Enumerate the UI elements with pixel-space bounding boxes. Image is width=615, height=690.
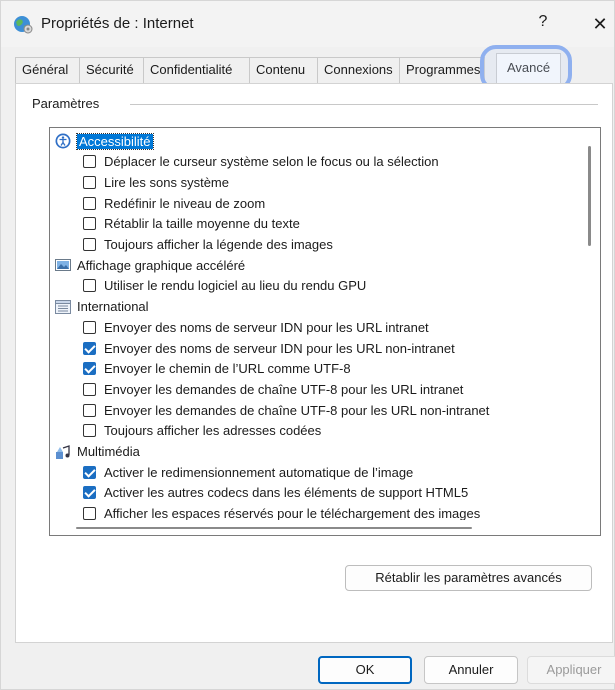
checkbox-unchecked[interactable] bbox=[83, 382, 96, 396]
settings-option[interactable]: Redéfinir le niveau de zoom bbox=[83, 193, 265, 213]
internet-globe-icon bbox=[13, 14, 33, 34]
settings-option[interactable]: Lire les sons système bbox=[83, 172, 229, 192]
checkbox-unchecked[interactable] bbox=[83, 507, 96, 520]
settings-option[interactable]: Déplacer le curseur système selon le foc… bbox=[83, 152, 439, 172]
settings-option[interactable]: Toujours afficher les adresses codées bbox=[83, 421, 321, 441]
settings-option-label: Toujours afficher les adresses codées bbox=[104, 423, 322, 439]
settings-option-label: Déplacer le curseur système selon le foc… bbox=[104, 154, 439, 170]
horizontal-scroll-thumb[interactable] bbox=[76, 527, 472, 529]
settings-category-label: Multimédia bbox=[77, 444, 140, 459]
graphics-icon bbox=[55, 257, 71, 273]
checkbox-checked[interactable] bbox=[83, 486, 96, 500]
checkbox-unchecked[interactable] bbox=[83, 320, 96, 334]
tab-connections[interactable]: Connexions bbox=[317, 57, 399, 83]
settings-option-label: Envoyer les demandes de chaîne UTF-8 pou… bbox=[104, 402, 490, 418]
settings-category[interactable]: Multimédia bbox=[55, 442, 140, 462]
internet-properties-dialog: Propriétés de : Internet ? ✕ Général Séc… bbox=[0, 0, 615, 690]
tab-general[interactable]: Général bbox=[15, 57, 79, 83]
tab-advanced[interactable]: Avancé bbox=[496, 53, 562, 83]
apply-button[interactable]: Appliquer bbox=[527, 656, 615, 684]
settings-category-label: International bbox=[77, 299, 149, 315]
help-button[interactable]: ? bbox=[533, 13, 553, 35]
tab-content[interactable]: Contenu bbox=[249, 57, 317, 83]
group-divider bbox=[130, 104, 598, 105]
checkbox-unchecked[interactable] bbox=[83, 155, 96, 169]
vertical-scroll-thumb[interactable] bbox=[588, 146, 591, 246]
settings-option[interactable]: Envoyer les demandes de chaîne UTF-8 pou… bbox=[83, 379, 463, 399]
checkbox-checked[interactable] bbox=[83, 362, 96, 376]
settings-option[interactable]: Afficher les espaces réservés pour le té… bbox=[83, 504, 480, 520]
horizontal-scrollbar[interactable] bbox=[50, 520, 580, 535]
tab-security[interactable]: Sécurité bbox=[79, 57, 143, 83]
settings-option-label: Lire les sons système bbox=[104, 174, 229, 190]
settings-category[interactable]: International bbox=[55, 297, 149, 317]
settings-option[interactable]: Envoyer des noms de serveur IDN pour les… bbox=[83, 338, 455, 358]
title-bar: Propriétés de : Internet ? ✕ bbox=[1, 1, 614, 47]
settings-category-label: Accessibilité bbox=[76, 132, 154, 150]
close-button[interactable]: ✕ bbox=[587, 11, 613, 37]
advanced-panel: Paramètres Accessibilité Déplacer le curs… bbox=[15, 83, 613, 643]
settings-option[interactable]: Rétablir la taille moyenne du texte bbox=[83, 214, 300, 234]
settings-option-label: Utiliser le rendu logiciel au lieu du re… bbox=[104, 278, 367, 294]
settings-option-label: Toujours afficher la légende des images bbox=[104, 237, 333, 252]
checkbox-unchecked[interactable] bbox=[83, 196, 96, 210]
settings-option[interactable]: Activer le redimensionnement automatique… bbox=[83, 462, 413, 482]
vertical-scrollbar[interactable] bbox=[580, 128, 600, 520]
settings-category[interactable]: Affichage graphique accéléré bbox=[55, 255, 245, 275]
settings-option-label: Envoyer des noms de serveur IDN pour les… bbox=[104, 340, 455, 356]
window-title: Propriétés de : Internet bbox=[41, 15, 194, 32]
settings-option-label: Envoyer les demandes de chaîne UTF-8 pou… bbox=[104, 381, 464, 397]
tab-strip: Général Sécurité Confidentialité Contenu… bbox=[15, 53, 562, 83]
settings-option-label: Envoyer le chemin de l’URL comme UTF-8 bbox=[104, 361, 351, 377]
settings-option[interactable]: Toujours afficher la légende des images bbox=[83, 235, 333, 255]
checkbox-unchecked[interactable] bbox=[83, 424, 96, 438]
checkbox-unchecked[interactable] bbox=[83, 279, 96, 293]
settings-option[interactable]: Envoyer des noms de serveur IDN pour les… bbox=[83, 317, 429, 337]
accessibility-icon bbox=[55, 133, 71, 149]
settings-category[interactable]: Accessibilité bbox=[55, 131, 154, 151]
settings-option[interactable]: Envoyer le chemin de l’URL comme UTF-8 bbox=[83, 359, 351, 379]
settings-option[interactable]: Envoyer les demandes de chaîne UTF-8 pou… bbox=[83, 400, 489, 420]
reset-advanced-settings-button[interactable]: Rétablir les paramètres avancés bbox=[345, 565, 592, 591]
ok-button[interactable]: OK bbox=[318, 656, 412, 684]
settings-option[interactable]: Utiliser le rendu logiciel au lieu du re… bbox=[83, 276, 366, 296]
settings-tree[interactable]: Accessibilité Déplacer le curseur système… bbox=[49, 127, 601, 536]
cancel-button[interactable]: Annuler bbox=[424, 656, 518, 684]
checkbox-unchecked[interactable] bbox=[83, 217, 96, 231]
settings-group-label: Paramètres bbox=[32, 96, 106, 111]
settings-category-label: Affichage graphique accéléré bbox=[77, 257, 246, 273]
settings-option-label: Envoyer des noms de serveur IDN pour les… bbox=[104, 319, 429, 335]
checkbox-checked[interactable] bbox=[83, 465, 96, 479]
checkbox-unchecked[interactable] bbox=[83, 238, 96, 251]
settings-option-label: Activer le redimensionnement automatique… bbox=[104, 464, 414, 480]
international-icon bbox=[55, 299, 71, 315]
settings-option[interactable]: Activer les autres codecs dans les éléme… bbox=[83, 483, 468, 503]
settings-option-label: Afficher les espaces réservés pour le té… bbox=[104, 506, 481, 520]
settings-option-label: Activer les autres codecs dans les éléme… bbox=[104, 485, 469, 501]
checkbox-unchecked[interactable] bbox=[83, 175, 96, 189]
checkbox-checked[interactable] bbox=[83, 341, 96, 355]
settings-option-label: Rétablir la taille moyenne du texte bbox=[104, 216, 300, 232]
tab-privacy[interactable]: Confidentialité bbox=[143, 57, 249, 83]
settings-tree-items: Accessibilité Déplacer le curseur système… bbox=[50, 128, 572, 520]
multimedia-icon bbox=[55, 444, 71, 460]
settings-option-label: Redéfinir le niveau de zoom bbox=[104, 195, 266, 211]
tab-programs[interactable]: Programmes bbox=[399, 57, 485, 83]
checkbox-unchecked[interactable] bbox=[83, 403, 96, 417]
